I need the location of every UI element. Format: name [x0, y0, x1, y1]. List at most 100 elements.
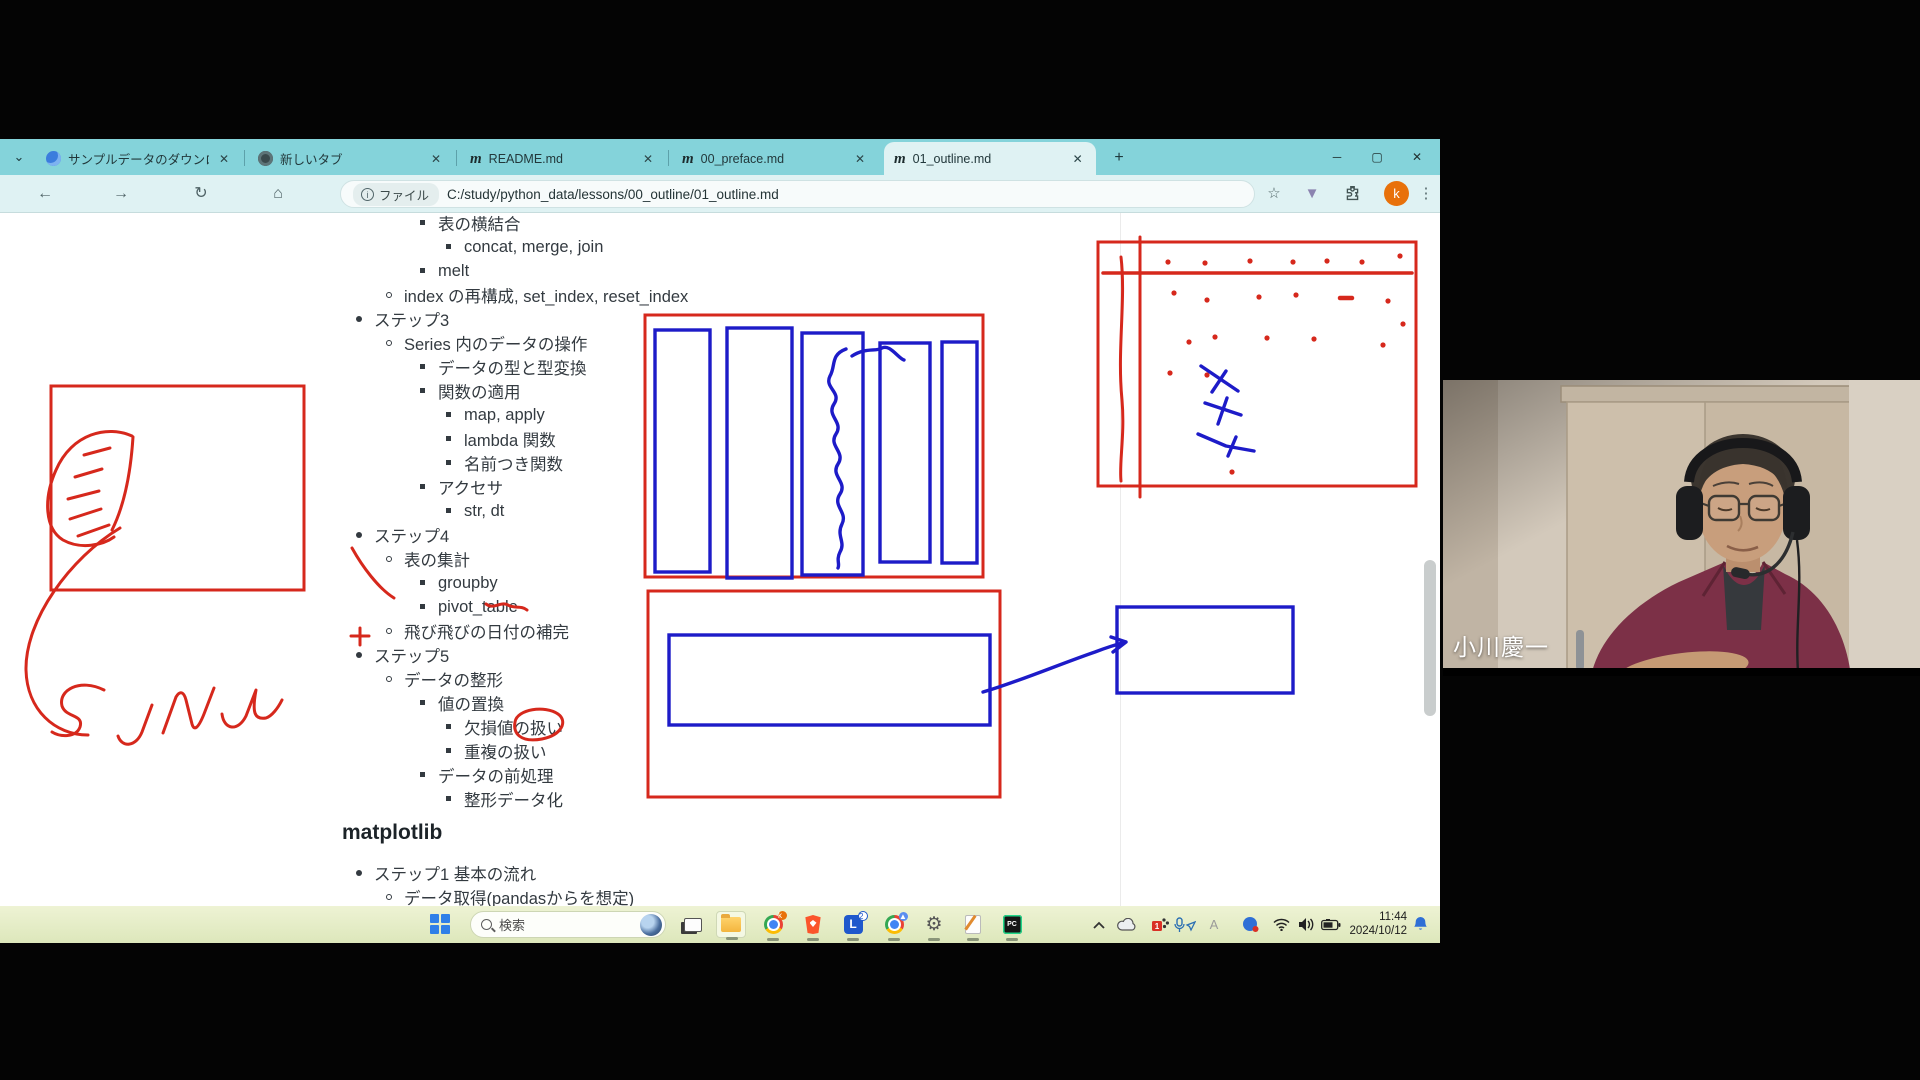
browser-tab-3[interactable]: mREADME.md✕	[460, 142, 664, 175]
tab-title: 00_preface.md	[701, 152, 845, 166]
list-bullet-circle	[386, 556, 392, 562]
pycharm-icon: PC	[1003, 915, 1022, 934]
taskbar-icon-notes[interactable]	[958, 911, 988, 938]
extensions-puzzle-icon[interactable]	[1340, 182, 1364, 206]
outline-item: データの前処理	[438, 763, 554, 787]
tray-battery-icon[interactable]	[1318, 911, 1344, 938]
browser-menu-icon[interactable]: ⋮	[1414, 182, 1438, 206]
tray-mic-share-icon[interactable]	[1172, 911, 1198, 938]
outline-item: lambda 関数	[464, 427, 556, 451]
list-bullet-square	[446, 460, 451, 465]
tray-onedrive-cloud-icon[interactable]	[1114, 911, 1138, 938]
scrollbar-thumb[interactable]	[1424, 560, 1436, 716]
info-icon: i	[361, 188, 374, 201]
window-minimize-button[interactable]: ─	[1317, 139, 1357, 175]
outline-item: 値の置換	[438, 691, 504, 715]
outline-item: 整形データ化	[464, 787, 563, 811]
taskbar-icon-file-explorer[interactable]	[716, 911, 746, 938]
list-bullet-square	[446, 796, 451, 801]
address-bar[interactable]: iファイル C:/study/python_data/lessons/00_ou…	[340, 180, 1255, 208]
back-icon[interactable]: ←	[32, 181, 58, 207]
browser-tab-2[interactable]: 新しいタブ✕	[248, 142, 452, 175]
taskbar-icon-brave[interactable]	[798, 911, 828, 938]
taskbar-icon-chrome-beta[interactable]: ▲	[879, 911, 909, 938]
tray-volume-icon[interactable]	[1294, 911, 1318, 938]
outline-item: map, apply	[464, 403, 545, 427]
list-bullet-square	[446, 508, 451, 513]
list-bullet-disc	[356, 652, 362, 658]
list-bullet-circle	[386, 292, 392, 298]
home-icon[interactable]: ⌂	[265, 181, 291, 207]
tab-close-icon[interactable]: ✕	[216, 152, 232, 166]
tab-close-icon[interactable]: ✕	[1070, 152, 1086, 166]
profile-avatar[interactable]: k	[1384, 181, 1409, 206]
reload-icon[interactable]: ↻	[188, 181, 214, 207]
list-bullet-square	[420, 772, 425, 777]
window-maximize-button[interactable]: ▢	[1357, 139, 1397, 175]
tray-chevron-up-icon[interactable]	[1088, 911, 1110, 938]
list-bullet-disc	[356, 870, 362, 876]
forward-icon[interactable]: →	[108, 181, 134, 207]
window-close-button[interactable]: ✕	[1397, 139, 1437, 175]
taskbar-search-input[interactable]: 検索	[470, 911, 666, 938]
tray-ime-a-icon[interactable]: A	[1204, 911, 1224, 938]
list-bullet-circle	[386, 628, 392, 634]
outline-item: groupby	[438, 571, 498, 595]
screen-share-stage: ⌄ + ─ ▢ ✕ サンプルデータのダウンロードからPych✕新しいタブ✕mRE…	[0, 0, 1920, 1080]
list-bullet-circle	[386, 894, 392, 900]
tray-teams-badge-icon[interactable]: 1	[1148, 911, 1172, 938]
list-bullet-circle	[386, 340, 392, 346]
file-explorer-icon	[721, 917, 741, 932]
outline-item: concat, merge, join	[464, 235, 603, 259]
outline-item: ステップ1 基本の流れ	[374, 861, 536, 885]
file-protocol-chip[interactable]: i ファイル	[353, 183, 439, 206]
brave-icon	[805, 915, 822, 934]
taskbar-clock[interactable]: 11:44 2024/10/12	[1345, 910, 1407, 938]
tab-separator	[668, 150, 669, 166]
list-bullet-square	[420, 580, 425, 585]
file-chip-label: ファイル	[379, 185, 429, 204]
start-button[interactable]	[430, 914, 451, 935]
taskbar-icon-l2-app[interactable]: L2	[838, 911, 868, 938]
list-bullet-square	[446, 748, 451, 753]
outline-item: 表の横結合	[438, 211, 521, 235]
outline-item: 名前つき関数	[464, 451, 563, 475]
participant-name-label: 小川慶一	[1453, 628, 1549, 662]
outline-item: 表の集計	[404, 547, 470, 571]
browser-tab-1[interactable]: サンプルデータのダウンロードからPych✕	[36, 142, 240, 175]
outline-item: ステップ4	[374, 523, 449, 547]
taskbar-icon-chrome[interactable]: k	[758, 911, 788, 938]
outline-item: pivot_table	[438, 595, 518, 619]
taskbar-icon-pycharm[interactable]: PC	[997, 911, 1027, 938]
chrome-browser-window: ⌄ + ─ ▢ ✕ サンプルデータのダウンロードからPych✕新しいタブ✕mRE…	[0, 139, 1440, 906]
outline-item: 欠損値の扱い	[464, 715, 563, 739]
outline-item: データの整形	[404, 667, 503, 691]
tab-close-icon[interactable]: ✕	[852, 152, 868, 166]
new-tab-button[interactable]: +	[1108, 147, 1130, 169]
list-bullet-square	[420, 364, 425, 369]
tab-close-icon[interactable]: ✕	[640, 152, 656, 166]
tray-notification-bell-icon[interactable]	[1408, 911, 1432, 938]
outline-item: 重複の扱い	[464, 739, 547, 763]
tray-wifi-icon[interactable]	[1270, 911, 1292, 938]
taskbar-icon-task-view[interactable]	[678, 911, 708, 938]
globe-favicon-icon	[46, 151, 61, 166]
tab-separator	[244, 150, 245, 166]
list-bullet-square	[446, 724, 451, 729]
outline-item: アクセサ	[438, 475, 503, 499]
markdown-page	[0, 213, 1440, 906]
tab-search-chevron-icon[interactable]: ⌄	[8, 146, 30, 168]
browser-tab-4[interactable]: m00_preface.md✕	[672, 142, 876, 175]
extension-v-icon[interactable]: ▼	[1300, 182, 1324, 206]
outline-item: データの型と型変換	[438, 355, 587, 379]
bookmark-star-icon[interactable]: ☆	[1262, 182, 1286, 206]
outline-item: index の再構成, set_index, reset_index	[404, 283, 688, 307]
browser-toolbar: ← → ↻ ⌂ iファイル C:/study/python_data/lesso…	[0, 175, 1440, 213]
browser-tab-5[interactable]: m01_outline.md✕	[884, 142, 1096, 175]
list-bullet-disc	[356, 532, 362, 538]
section-heading: matplotlib	[342, 821, 442, 845]
taskbar-icon-settings[interactable]: ⚙	[919, 911, 949, 938]
tray-app-sphere-icon[interactable]	[1238, 911, 1262, 938]
tab-close-icon[interactable]: ✕	[428, 152, 444, 166]
list-bullet-square	[446, 244, 451, 249]
